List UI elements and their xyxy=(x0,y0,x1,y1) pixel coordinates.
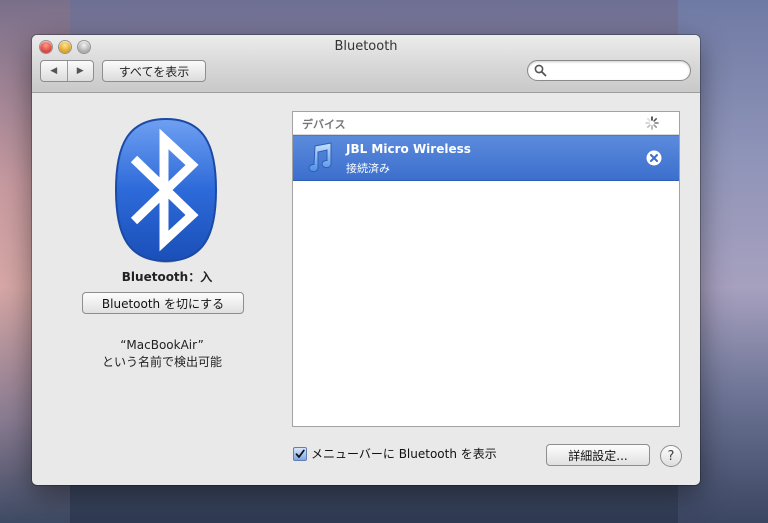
titlebar: Bluetooth ◀ ▶ すべてを表示 xyxy=(32,35,700,93)
search-field[interactable] xyxy=(527,60,691,81)
checkmark-icon xyxy=(295,449,305,458)
discoverable-text: “MacBookAir” という名前で検出可能 xyxy=(62,337,262,371)
bluetooth-logo-icon xyxy=(114,117,218,263)
forward-icon: ▶ xyxy=(76,66,84,76)
device-list-header: デバイス xyxy=(293,112,679,135)
back-icon: ◀ xyxy=(50,66,58,76)
loading-spinner-icon xyxy=(645,116,659,130)
search-input[interactable] xyxy=(550,62,686,80)
forward-button[interactable]: ▶ xyxy=(66,61,94,81)
turn-bluetooth-off-button[interactable]: Bluetooth を切にする xyxy=(82,292,244,314)
device-list[interactable]: デバイス JBL Micro Wireless 接続済み xyxy=(292,111,680,427)
advanced-settings-button[interactable]: 詳細設定... xyxy=(546,444,650,466)
discoverable-name: “MacBookAir” xyxy=(120,338,204,352)
discoverable-caption: という名前で検出可能 xyxy=(101,355,222,369)
device-status: 接続済み xyxy=(346,162,390,175)
show-all-button[interactable]: すべてを表示 xyxy=(102,60,206,82)
search-icon xyxy=(534,64,547,77)
music-note-icon xyxy=(308,142,332,173)
window-title: Bluetooth xyxy=(334,39,398,54)
help-button[interactable]: ? xyxy=(660,445,682,467)
device-name: JBL Micro Wireless xyxy=(346,142,471,156)
remove-device-icon[interactable] xyxy=(646,150,662,166)
device-row-jbl[interactable]: JBL Micro Wireless 接続済み xyxy=(293,135,679,181)
show-in-menubar-label: メニューバーに Bluetooth を表示 xyxy=(311,447,497,461)
device-list-header-label: デバイス xyxy=(302,118,346,131)
back-button[interactable]: ◀ xyxy=(41,61,67,81)
preferences-window: Bluetooth ◀ ▶ すべてを表示 Bluetooth：入 Bluetoo… xyxy=(32,35,700,485)
back-forward-control: ◀ ▶ xyxy=(40,60,94,82)
bluetooth-status: Bluetooth：入 xyxy=(121,270,213,284)
show-in-menubar-checkbox[interactable] xyxy=(293,446,307,461)
show-in-menubar-option[interactable]: メニューバーに Bluetooth を表示 xyxy=(293,445,497,462)
